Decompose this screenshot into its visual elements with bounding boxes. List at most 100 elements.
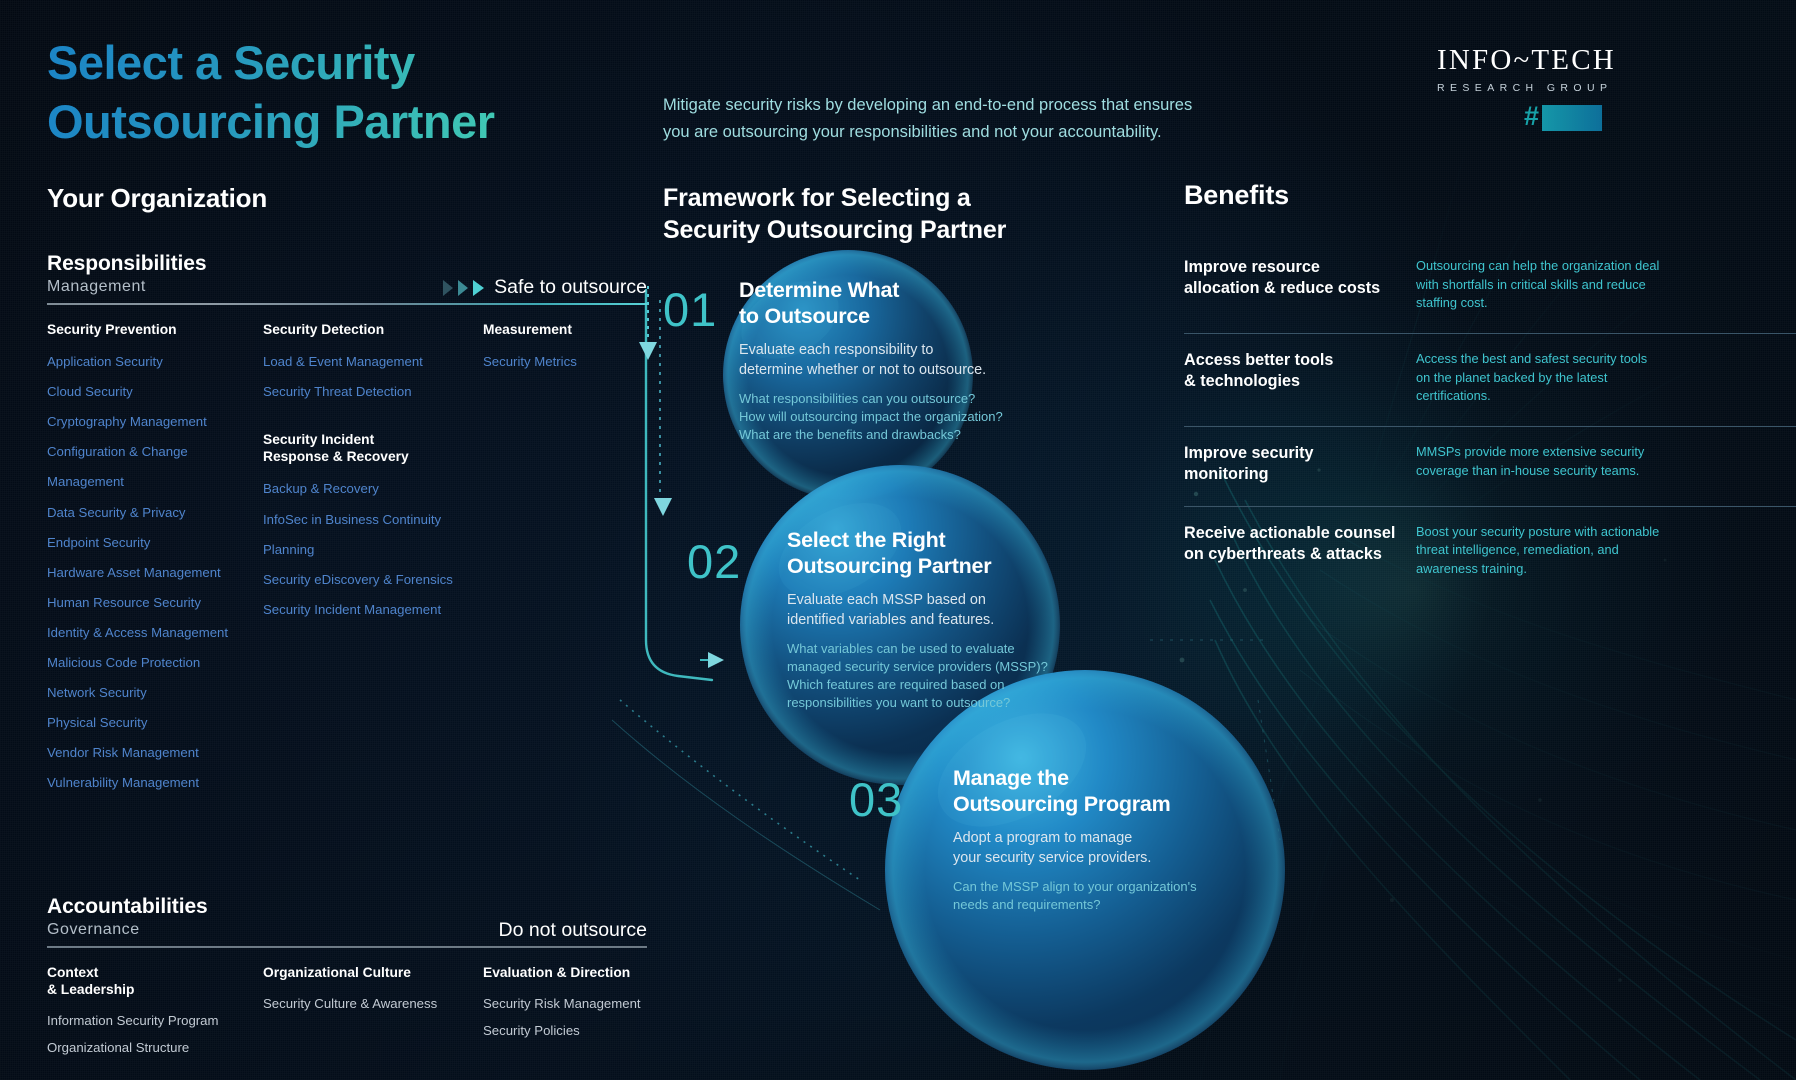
list-item: Load & Event Management <box>263 354 423 370</box>
category-group: Security Prevention Application Security… <box>47 321 263 799</box>
organization-heading: Your Organization <box>47 183 268 213</box>
framework-heading: Framework for Selecting a Security Outso… <box>663 184 1007 244</box>
responsibilities-columns: Security Prevention Application Security… <box>47 321 647 823</box>
list-item: Security Risk Management <box>483 995 641 1011</box>
list-item: Security Policies <box>483 1023 580 1039</box>
list-item: Physical Security <box>47 715 148 731</box>
logo-wordmark: INFO~TECH <box>1437 44 1616 76</box>
step-title: Determine What to Outsource <box>739 278 900 328</box>
responsibilities-column-3: Measurement Security Metrics <box>483 321 647 823</box>
page-subtitle: Mitigate security risks by developing an… <box>663 96 1193 141</box>
accountabilities-divider <box>47 945 647 948</box>
step-number: 03 <box>849 773 904 826</box>
category-title: Security Prevention <box>47 322 177 337</box>
logo: INFO~TECH RESEARCH GROUP <box>1437 44 1616 94</box>
benefits-heading: Benefits <box>1184 180 1289 210</box>
category-title: Organizational Culture <box>263 964 411 980</box>
benefit-title: Access better tools & technologies <box>1184 351 1334 391</box>
category-group: Measurement Security Metrics <box>483 321 647 377</box>
benefit-description: Boost your security posture with actiona… <box>1416 523 1660 577</box>
logo-tagline: RESEARCH GROUP <box>1437 82 1613 94</box>
list-item: Malicious Code Protection <box>47 655 201 671</box>
accountabilities-section: Accountabilities Governance Do not outso… <box>47 895 647 1080</box>
list-item: Vendor Risk Management <box>47 745 199 761</box>
list-item: Security Metrics <box>483 354 577 370</box>
benefit-row: Improve security monitoring MMSPs provid… <box>1184 426 1796 506</box>
accountabilities-title: Accountabilities <box>47 894 208 918</box>
step-questions: What responsibilities can you outsource?… <box>739 391 1003 443</box>
accountabilities-column-2: Organizational Culture Security Culture … <box>263 964 483 1080</box>
list-item: Security Culture & Awareness <box>263 995 438 1011</box>
page-title: Select a Security Outsourcing Partner <box>47 33 495 151</box>
benefit-description: Outsourcing can help the organization de… <box>1416 258 1660 311</box>
list-item: Configuration & Change Management <box>47 444 188 490</box>
category-title: Measurement <box>483 322 572 337</box>
logo-hash-mark: # <box>1524 101 1603 131</box>
responsibilities-column-1: Security Prevention Application Security… <box>47 321 263 823</box>
step-content: Determine What to Outsource Evaluate eac… <box>739 278 1029 444</box>
list-item: Network Security <box>47 685 147 701</box>
hash-icon: # <box>1524 101 1540 131</box>
accountabilities-columns: Context & Leadership Information Securit… <box>47 964 647 1080</box>
triangle-icon-2 <box>458 279 469 296</box>
category-title: Security Detection <box>263 322 385 337</box>
list-item: Backup & Recovery <box>263 481 379 497</box>
benefit-row: Receive actionable counsel on cyberthrea… <box>1184 505 1796 599</box>
step-number: 01 <box>663 283 718 336</box>
category-title: Context & Leadership <box>47 964 135 997</box>
header: Select a Security Outsourcing Partner Mi… <box>0 0 1796 175</box>
step-description: Adopt a program to manage your security … <box>953 829 1152 866</box>
category-group: Security Detection Load & Event Manageme… <box>263 321 483 407</box>
triangle-icon-3 <box>473 279 485 296</box>
benefit-title: Receive actionable counsel on cyberthrea… <box>1184 523 1396 564</box>
list-item: InfoSec in Business Continuity Planning <box>263 511 442 557</box>
step-description: Evaluate each MSSP based on identified v… <box>787 591 995 628</box>
list-item: Security Incident Management <box>263 601 442 617</box>
category-group: Context & Leadership Information Securit… <box>47 964 263 1063</box>
step-questions: Can the MSSP align to your organization'… <box>953 879 1197 913</box>
list-item: Security eDiscovery & Forensics <box>263 571 453 587</box>
list-item: Cloud Security <box>47 384 133 400</box>
list-item: Data Security & Privacy <box>47 504 186 520</box>
list-item: Human Resource Security <box>47 594 201 610</box>
safe-to-outsource-label: Safe to outsource <box>494 276 647 298</box>
accountabilities-column-1: Context & Leadership Information Securit… <box>47 964 263 1080</box>
responsibilities-divider <box>47 303 647 305</box>
category-title: Evaluation & Direction <box>483 964 631 980</box>
category-group: Evaluation & Direction Security Risk Man… <box>483 964 647 1046</box>
responsibilities-column-2: Security Detection Load & Event Manageme… <box>263 321 483 823</box>
organization-column: Your Organization Responsibilities Manag… <box>47 183 647 1080</box>
safe-to-outsource-marker: Safe to outsource <box>443 276 647 299</box>
responsibilities-section: Responsibilities Management Safe to outs… <box>47 252 647 823</box>
list-item: Hardware Asset Management <box>47 564 221 580</box>
benefits-list: Improve resource allocation & reduce cos… <box>1184 241 1796 599</box>
list-item: Information Security Program <box>47 1012 219 1028</box>
list-item: Cryptography Management <box>47 414 207 430</box>
step-content: Manage the Outsourcing Program Adopt a p… <box>953 766 1253 914</box>
category-title: Security Incident Response & Recovery <box>263 432 409 465</box>
list-item: Application Security <box>47 354 163 370</box>
accountabilities-column-3: Evaluation & Direction Security Risk Man… <box>483 964 647 1080</box>
category-group: Security Incident Response & Recovery Ba… <box>263 431 483 625</box>
benefits-column: Benefits Improve resource allocation & r… <box>1184 180 1796 599</box>
category-group: Organizational Culture Security Culture … <box>263 964 483 1018</box>
framework-column: Framework for Selecting a Security Outso… <box>663 183 1183 246</box>
benefit-description: MMSPs provide more extensive security co… <box>1416 444 1645 478</box>
list-item: Vulnerability Management <box>47 775 199 791</box>
responsibilities-title: Responsibilities <box>47 252 207 275</box>
step-content: Select the Right Outsourcing Partner Eva… <box>787 528 1077 712</box>
step-title: Manage the Outsourcing Program <box>953 766 1171 816</box>
triangle-icon-1 <box>443 279 454 296</box>
step-description: Evaluate each responsibility to determin… <box>739 341 987 378</box>
list-item: Identity & Access Management <box>47 624 229 640</box>
benefit-row: Improve resource allocation & reduce cos… <box>1184 241 1796 333</box>
hash-bar-decoration <box>1542 105 1603 131</box>
benefit-title: Improve resource allocation & reduce cos… <box>1184 258 1381 298</box>
benefit-title: Improve security monitoring <box>1184 444 1314 484</box>
do-not-outsource-marker: Do not outsource <box>493 919 647 942</box>
benefit-row: Access better tools & technologies Acces… <box>1184 333 1796 426</box>
step-questions: What variables can be used to evaluate m… <box>787 641 1048 711</box>
do-not-outsource-label: Do not outsource <box>498 918 647 941</box>
list-item: Endpoint Security <box>47 534 151 550</box>
benefit-description: Access the best and safest security tool… <box>1416 351 1648 404</box>
